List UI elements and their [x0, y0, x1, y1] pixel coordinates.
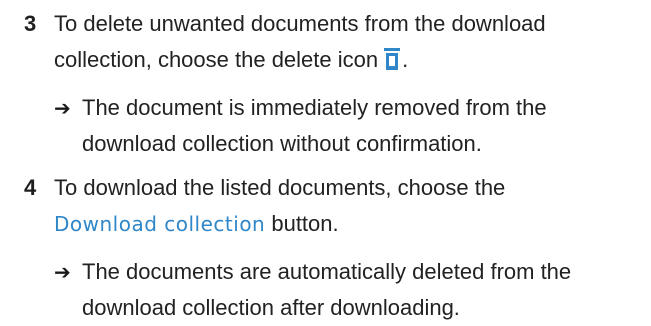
instruction-end: .: [402, 47, 409, 72]
result-arrow-icon: ➔: [54, 96, 71, 120]
step-result: ➔ The document is immediately removed fr…: [54, 90, 644, 162]
instruction-line-1: To delete unwanted documents from the do…: [54, 11, 546, 36]
step-number: 4: [24, 175, 37, 200]
download-collection-button-ref[interactable]: Download collection: [54, 212, 265, 236]
instruction-line-1: To download the listed documents, choose…: [54, 175, 506, 200]
result-line-2: download collection after downloading.: [82, 295, 460, 320]
instruction-end: button.: [265, 211, 339, 236]
step-result: ➔ The documents are automatically delete…: [54, 254, 644, 326]
result-line-2: download collection without confirmation…: [82, 131, 482, 156]
step-number: 3: [24, 11, 37, 36]
trash-icon: [384, 45, 401, 81]
result-line-1: The documents are automatically deleted …: [82, 259, 572, 284]
result-arrow-icon: ➔: [54, 260, 71, 284]
instruction-line-2: collection, choose the delete icon: [54, 47, 379, 72]
result-line-1: The document is immediately removed from…: [82, 95, 547, 120]
step-instruction: To download the listed documents, choose…: [54, 170, 644, 242]
instruction-document: 3 To delete unwanted documents from the …: [0, 0, 651, 325]
step-instruction: To delete unwanted documents from the do…: [54, 6, 644, 81]
